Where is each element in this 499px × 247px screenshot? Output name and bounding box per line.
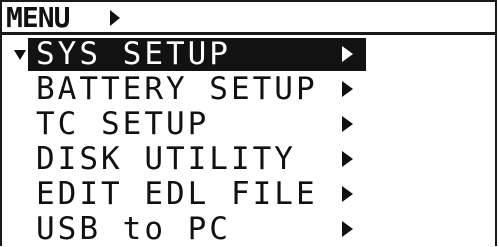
submenu-arrow-icon (342, 81, 353, 97)
menu-item-disk-utility[interactable]: DISK UTILITY (2, 141, 495, 176)
menu-item-label: SYS SETUP (36, 36, 231, 72)
submenu-arrow-icon (342, 46, 353, 62)
menu-item-label: TC SETUP (36, 106, 210, 142)
menu-item-edit-edl-file[interactable]: EDIT EDL FILE (2, 176, 495, 211)
down-triangle-icon (14, 50, 26, 60)
submenu-arrow-icon (342, 186, 353, 202)
menu-title: MENU (6, 1, 70, 34)
submenu-arrow-icon (342, 151, 353, 167)
menu-item-usb-to-pc[interactable]: USB to PC (2, 211, 495, 246)
menu-item-label: BATTERY SETUP (36, 71, 318, 107)
menu-list: SYS SETUP BATTERY SETUP TC SETUP DISK UT… (2, 36, 495, 246)
menu-item-label: DISK UTILITY (36, 141, 296, 177)
submenu-arrow-icon (342, 221, 353, 237)
right-triangle-icon (110, 10, 120, 26)
lcd-screen: MENU SYS SETUP BATTERY SETUP TC SETUP DI… (0, 0, 497, 246)
submenu-arrow-icon (342, 116, 353, 132)
menu-item-tc-setup[interactable]: TC SETUP (2, 106, 495, 141)
menu-item-sys-setup[interactable]: SYS SETUP (2, 36, 495, 71)
menu-header: MENU (2, 0, 495, 35)
menu-item-label: USB to PC (36, 211, 231, 247)
menu-item-label: EDIT EDL FILE (36, 176, 318, 212)
menu-item-battery-setup[interactable]: BATTERY SETUP (2, 71, 495, 106)
